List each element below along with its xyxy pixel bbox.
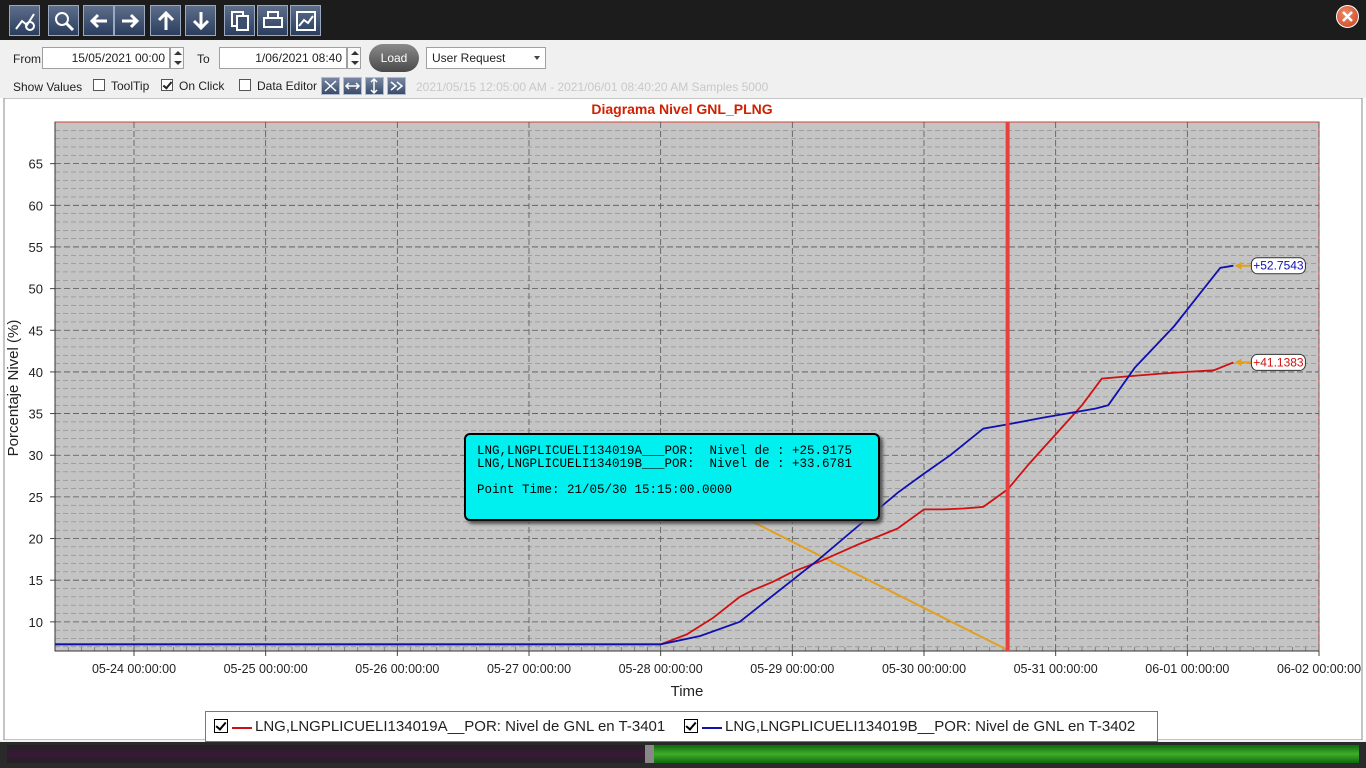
download-icon[interactable]: [185, 5, 216, 36]
x-tick-label: 05-25 00:00:00: [224, 662, 308, 676]
legend-series-a-swatch: [232, 727, 252, 729]
legend-series-a-label: LNG,LNGPLICUELI134019A__POR: Nivel de GN…: [255, 718, 666, 735]
chart-title: Diagrama Nivel GNL_PLNG: [591, 101, 772, 117]
print-icon[interactable]: [257, 5, 288, 36]
mode-select-value: User Request: [432, 51, 506, 65]
x-tick-label: 06-01 00:00:00: [1145, 662, 1229, 676]
x-tick-label: 06-02 00:00:00: [1277, 662, 1361, 676]
y-tick-label: 50: [29, 282, 43, 297]
tooltip-point-time: Point Time: 21/05/30 15:15:00.0000: [477, 483, 733, 497]
data-editor-label: Data Editor: [257, 79, 318, 93]
from-label: From: [13, 52, 41, 66]
chart-area: Diagrama Nivel GNL_PLNG 10 15 20 25 30 35 40 45…: [0, 97, 1366, 741]
x-tick-label: 05-31 00:00:00: [1014, 662, 1098, 676]
zoom-fit-icon[interactable]: [321, 77, 340, 95]
from-spinner[interactable]: [170, 47, 184, 69]
toolbar: [0, 0, 1366, 40]
range-info: 2021/05/15 12:05:00 AM - 2021/06/01 08:4…: [416, 80, 769, 94]
show-values-label: Show Values: [13, 80, 83, 94]
mode-select[interactable]: User Request: [426, 47, 546, 69]
chart-export-icon[interactable]: [290, 5, 321, 36]
y-tick-label: 55: [29, 240, 43, 255]
up-arrow-icon[interactable]: [150, 5, 181, 36]
y-tick-label: 65: [29, 157, 43, 172]
onclick-label: On Click: [179, 79, 225, 93]
y-tick-label: 40: [29, 365, 43, 380]
from-datetime-input[interactable]: 15/05/2021 00:00: [42, 47, 170, 69]
to-spinner[interactable]: [347, 47, 361, 69]
y-tick-label: 35: [29, 407, 43, 422]
load-button[interactable]: Load: [369, 44, 419, 72]
x-tick-label: 05-24 00:00:00: [92, 662, 176, 676]
scrollbar-track-right[interactable]: [654, 745, 1359, 763]
y-tick-label: 20: [29, 532, 43, 547]
tooltip-line-b: LNG,LNGPLICUELI134019B___POR: Nivel de :…: [477, 457, 853, 471]
x-tick-label: 05-30 00:00:00: [882, 662, 966, 676]
y-axis-label: Porcentaje Nivel (%): [5, 320, 22, 457]
to-datetime-input[interactable]: 1/06/2021 08:40: [219, 47, 347, 69]
scrollbar-track-left[interactable]: [7, 745, 647, 763]
back-arrow-icon[interactable]: [83, 5, 114, 36]
legend-series-a-checkbox[interactable]: [214, 719, 228, 733]
x-tick-label: 05-26 00:00:00: [355, 662, 439, 676]
y-tick-label: 60: [29, 198, 43, 213]
value-label-text: +52.7543: [1253, 259, 1304, 273]
copy-icon[interactable]: [224, 5, 255, 36]
chart-legend: LNG,LNGPLICUELI134019A__POR: Nivel de GN…: [205, 711, 1158, 742]
legend-series-b-swatch: [702, 727, 722, 729]
tooltip-line-a: LNG,LNGPLICUELI134019A___POR: Nivel de :…: [477, 444, 853, 458]
data-editor-checkbox[interactable]: [239, 79, 251, 91]
time-scrollbar[interactable]: [0, 742, 1366, 768]
chevron-down-icon: [534, 56, 540, 60]
x-axis-label: Time: [671, 683, 704, 700]
vertical-zoom-icon[interactable]: [365, 77, 384, 95]
chart-svg[interactable]: Diagrama Nivel GNL_PLNG 10 15 20 25 30 35 40 45…: [0, 97, 1366, 741]
x-tick-label: 05-29 00:00:00: [750, 662, 834, 676]
value-label-text: +41.1383: [1253, 355, 1304, 369]
value-tooltip: LNG,LNGPLICUELI134019A___POR: Nivel de :…: [464, 433, 880, 521]
y-tick-label: 30: [29, 448, 43, 463]
zoom-icon[interactable]: [48, 5, 79, 36]
y-tick-label: 45: [29, 323, 43, 338]
y-tick-label: 10: [29, 615, 43, 630]
x-tick-label: 05-28 00:00:00: [619, 662, 703, 676]
horizontal-zoom-icon[interactable]: [343, 77, 362, 95]
y-tick-label: 15: [29, 573, 43, 588]
tooltip-checkbox[interactable]: [93, 79, 105, 91]
onclick-checkbox[interactable]: [161, 79, 173, 91]
close-icon[interactable]: [1336, 5, 1359, 28]
to-label: To: [197, 52, 210, 66]
legend-series-b-label: LNG,LNGPLICUELI134019B__POR: Nivel de GN…: [725, 718, 1136, 735]
y-tick-label: 25: [29, 490, 43, 505]
forward-arrow-icon[interactable]: [114, 5, 145, 36]
fast-forward-icon[interactable]: [387, 77, 406, 95]
chart-settings-icon[interactable]: [9, 5, 40, 36]
tooltip-label: ToolTip: [111, 79, 150, 93]
x-tick-label: 05-27 00:00:00: [487, 662, 571, 676]
legend-series-b-checkbox[interactable]: [684, 719, 698, 733]
